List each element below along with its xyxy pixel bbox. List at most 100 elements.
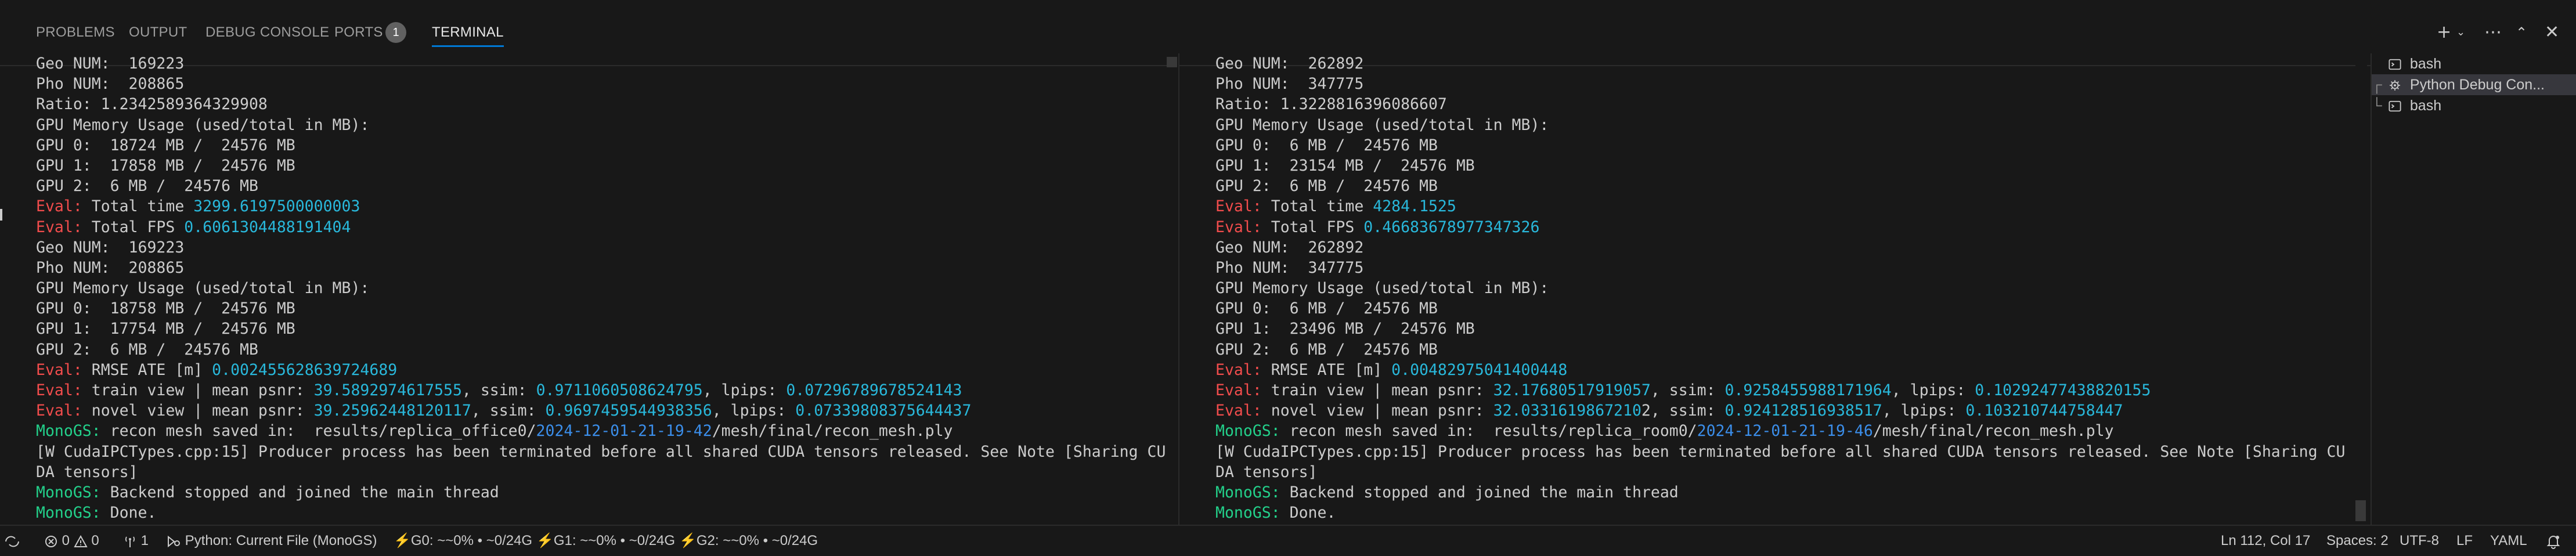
terminal-text-segment: Pho NUM: 347775 — [1215, 258, 1364, 277]
terminal-line: Eval: train view | mean psnr: 39.5892974… — [36, 380, 1168, 400]
gutter-marker — [0, 209, 2, 221]
indentation-status[interactable]: Spaces: 2 — [2326, 526, 2389, 556]
tab-ports[interactable]: PORTS — [334, 21, 383, 44]
terminal-text-segment: GPU 0: 18724 MB / 24576 MB — [36, 136, 295, 154]
terminal-pane-left[interactable]: Geo NUM: 169223 Pho NUM: 208865 Ratio: 1.2… — [36, 53, 1168, 523]
tab-problems[interactable]: PROBLEMS — [36, 21, 115, 44]
terminal-text-segment: RMSE ATE [m] — [1261, 360, 1392, 379]
terminal-text-segment: , lpips: — [1891, 381, 1975, 399]
gpu1-status[interactable]: ⚡G1: ~~0% • ~0/24G — [536, 526, 675, 556]
terminal-text-segment: , lpips: — [1882, 402, 1966, 420]
terminal-text-segment: 0.10292477438820155 — [1975, 381, 2151, 399]
terminal-line: Eval: novel view | mean psnr: 39.2596244… — [36, 400, 1168, 421]
terminal-text-segment: MonoGS: — [1215, 422, 1280, 441]
terminal-right-scrollbar[interactable] — [2355, 53, 2367, 525]
terminal-text-segment: , ssim: — [1650, 381, 1725, 399]
terminal-text-segment: 39.25962448120117 — [313, 402, 471, 420]
notifications-bell-icon[interactable] — [2546, 526, 2561, 556]
terminal-text-segment: Eval: — [1215, 381, 1262, 399]
terminal-text-segment: Eval: — [1215, 402, 1262, 420]
terminal-text-segment: Ratio: 1.2342589364329908 — [36, 95, 268, 114]
gpu1-label: G1: ~~0% • ~0/24G — [553, 533, 676, 548]
close-panel-icon[interactable]: ✕ — [2545, 21, 2559, 44]
terminal-text-segment: recon mesh saved in: results/replica_off… — [100, 422, 536, 441]
terminal-text-segment: RMSE ATE [m] — [82, 360, 212, 379]
terminal-text-segment: [W CudaIPCTypes.cpp:15] Producer process… — [1215, 442, 2346, 461]
maximize-panel-icon[interactable]: ⌃ — [2516, 21, 2527, 44]
terminal-line: Pho NUM: 208865 — [36, 258, 1168, 278]
terminal-text-segment: Eval: — [36, 402, 82, 420]
tab-output[interactable]: OUTPUT — [129, 21, 187, 44]
terminal-text-segment: 0.46683678977347326 — [1363, 218, 1540, 236]
remote-sync-icon[interactable] — [3, 526, 21, 556]
session-item-bash-2[interactable]: └ bash — [2372, 95, 2576, 116]
terminal-line: GPU 0: 18758 MB / 24576 MB — [36, 298, 1168, 319]
terminal-line: MonoGS: recon mesh saved in: results/rep… — [1215, 421, 2353, 441]
ports-count: 1 — [140, 533, 149, 548]
terminal-line: GPU 1: 23496 MB / 24576 MB — [1215, 319, 2353, 339]
terminal-line: Eval: RMSE ATE [m] 0.002455628639724689 — [36, 360, 1168, 380]
terminal-line: GPU 2: 6 MB / 24576 MB — [36, 176, 1168, 196]
terminal-line: GPU Memory Usage (used/total in MB): — [36, 278, 1168, 298]
scrollbar-thumb[interactable] — [1167, 57, 1177, 67]
terminal-text-segment: GPU Memory Usage (used/total in MB): — [36, 279, 370, 298]
gpu2-status[interactable]: ⚡G2: ~~0% • ~0/24G — [679, 526, 818, 556]
terminal-pane-right[interactable]: Geo NUM: 262892 Pho NUM: 347775 Ratio: 1.3… — [1215, 53, 2353, 523]
scrollbar-thumb[interactable] — [2355, 500, 2366, 521]
debug-config-status[interactable]: Python: Current File (MonoGS) — [166, 526, 377, 556]
terminal-line: Pho NUM: 347775 — [1215, 74, 2353, 94]
terminal-text-segment: GPU 1: 17858 MB / 24576 MB — [36, 156, 295, 175]
session-item-bash-1[interactable]: bash — [2372, 53, 2576, 74]
status-bar: 0 0 1 Python: Current File (MonoGS) ⚡G0:… — [0, 525, 2576, 556]
ports-status[interactable]: 1 — [123, 526, 149, 556]
tree-connector: ┌ — [2372, 77, 2382, 93]
terminal-line: Ratio: 1.2342589364329908 — [36, 94, 1168, 114]
terminal-text-segment: Pho NUM: 347775 — [1215, 75, 1364, 93]
terminal-text-segment: 3299.6197500000003 — [193, 197, 360, 216]
tab-terminal[interactable]: TERMINAL — [432, 21, 504, 47]
terminal-text-segment: Eval: — [36, 360, 82, 379]
terminal-text-segment: 39.5892974617555 — [313, 381, 462, 399]
terminal-text-segment: MonoGS: — [1215, 504, 1280, 522]
more-actions-icon[interactable]: ⋯ — [2484, 21, 2502, 44]
tab-debug-console[interactable]: DEBUG CONSOLE — [205, 21, 329, 44]
terminal-line: MonoGS: recon mesh saved in: results/rep… — [36, 421, 1168, 441]
terminal-text-segment: Geo NUM: 169223 — [36, 55, 185, 73]
session-item-python-debug[interactable]: ┌ Python Debug Con... — [2372, 74, 2576, 95]
terminal-text-segment: 0.9697459544938356 — [545, 402, 712, 420]
terminal-text-segment: 0.002455628639724689 — [212, 360, 398, 379]
terminal-line: Eval: Total FPS 0.6061304488191404 — [36, 217, 1168, 237]
problems-status[interactable]: 0 0 — [44, 526, 99, 556]
debug-alt-icon — [168, 535, 180, 547]
terminal-text-segment: 2024-12-01-21-19-46 — [1697, 422, 1873, 441]
warning-icon — [74, 535, 88, 547]
terminal-text-segment: GPU Memory Usage (used/total in MB): — [36, 115, 370, 134]
terminal-text-segment: Geo NUM: 169223 — [36, 238, 185, 257]
new-terminal-icon[interactable]: + — [2437, 21, 2451, 44]
eol-status[interactable]: LF — [2456, 526, 2473, 556]
session-label: bash — [2409, 56, 2442, 72]
terminal-split-divider[interactable] — [1178, 53, 1179, 525]
terminal-line: GPU 2: 6 MB / 24576 MB — [1215, 340, 2353, 360]
terminal-text-segment: GPU 2: 6 MB / 24576 MB — [1215, 340, 1438, 359]
new-terminal-dropdown-chevron-icon[interactable]: ⌄ — [2456, 21, 2465, 44]
terminal-left-scrollbar[interactable] — [1167, 53, 1178, 525]
terminal-text-segment: train view | mean psnr: — [1261, 381, 1493, 399]
terminal-text-segment: 0.9711060508624795 — [536, 381, 703, 399]
language-mode-status[interactable]: YAML — [2490, 526, 2527, 556]
cursor-position[interactable]: Ln 112, Col 17 — [2221, 526, 2310, 556]
terminal-text-segment: 0.00482975041400448 — [1391, 360, 1568, 379]
terminal-line: MonoGS: Done. — [1215, 503, 2353, 523]
terminal-line: Ratio: 1.3228816396086607 — [1215, 94, 2353, 114]
terminal-line: Eval: RMSE ATE [m] 0.00482975041400448 — [1215, 360, 2353, 380]
terminal-text-segment: 0.6061304488191404 — [184, 218, 351, 236]
terminal-text-segment: MonoGS: — [36, 504, 101, 522]
terminal-text-segment: Ratio: 1.3228816396086607 — [1215, 95, 1447, 114]
terminal-text-segment: GPU 0: 6 MB / 24576 MB — [1215, 299, 1438, 318]
lightning-icon: ⚡ — [679, 533, 697, 548]
terminal-text-segment: GPU 1: 23154 MB / 24576 MB — [1215, 156, 1475, 175]
gpu0-status[interactable]: ⚡G0: ~~0% • ~0/24G — [394, 526, 532, 556]
encoding-status[interactable]: UTF-8 — [2400, 526, 2439, 556]
terminal-line: Geo NUM: 169223 — [36, 53, 1168, 74]
terminal-text-segment: Backend stopped and joined the main thre… — [100, 483, 499, 501]
